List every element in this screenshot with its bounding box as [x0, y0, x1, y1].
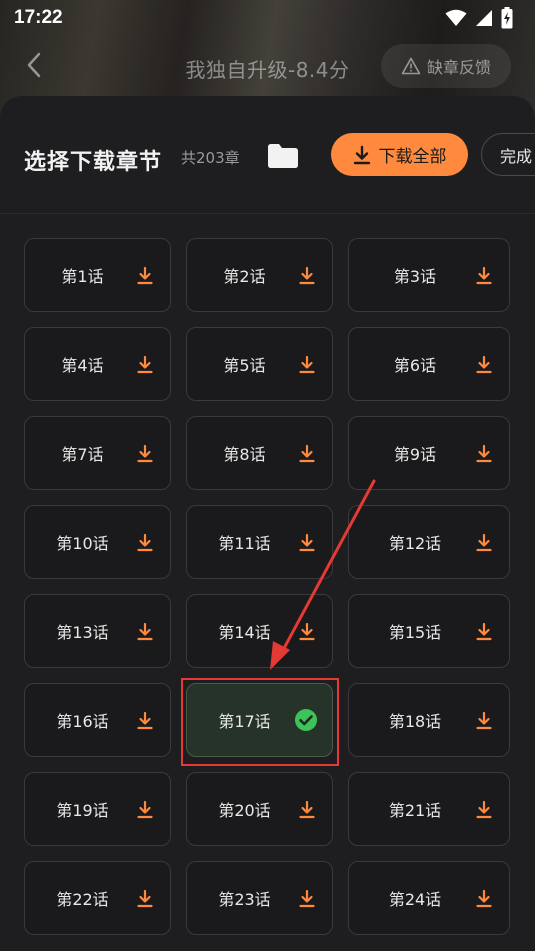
- chapter-item[interactable]: 第21话: [348, 772, 510, 846]
- chapter-label: 第21话: [388, 801, 442, 820]
- chapter-label: 第18话: [388, 712, 442, 731]
- chapter-label: 第8话: [223, 445, 266, 464]
- chapter-item[interactable]: 第12话: [348, 505, 510, 579]
- chapter-item[interactable]: 第16话: [24, 683, 171, 757]
- chapter-item[interactable]: 第17话: [186, 683, 333, 757]
- wifi-icon: [445, 9, 467, 26]
- chapter-item[interactable]: 第9话: [348, 416, 510, 490]
- divider: [0, 213, 535, 214]
- chapter-label: 第6话: [393, 356, 437, 375]
- chapter-item[interactable]: 第7话: [24, 416, 171, 490]
- status-time: 17:22: [14, 7, 63, 28]
- chapter-label: 第1话: [61, 267, 104, 286]
- chapter-item[interactable]: 第22话: [24, 861, 171, 935]
- chapter-item[interactable]: 第3话: [348, 238, 510, 312]
- missing-chapter-feedback-button[interactable]: 缺章反馈: [381, 44, 511, 88]
- chapter-label: 第13话: [56, 623, 109, 642]
- download-icon[interactable]: [475, 355, 493, 379]
- download-icon[interactable]: [298, 355, 316, 379]
- download-icon[interactable]: [136, 800, 154, 824]
- chapter-label: 第10话: [56, 534, 109, 553]
- download-icon[interactable]: [298, 444, 316, 468]
- chapter-item[interactable]: 第20话: [186, 772, 333, 846]
- chapter-count: 共203章: [181, 149, 240, 167]
- status-icons: [445, 7, 513, 29]
- chapter-item[interactable]: 第4话: [24, 327, 171, 401]
- download-icon[interactable]: [298, 533, 316, 557]
- status-bar: 17:22: [0, 0, 535, 36]
- signal-icon: [476, 10, 492, 26]
- chapter-label: 第20话: [218, 801, 271, 820]
- download-icon[interactable]: [136, 889, 154, 913]
- warning-icon: [401, 57, 421, 75]
- chapter-label: 第19话: [56, 801, 109, 820]
- check-circle-icon: [294, 708, 318, 736]
- download-icon[interactable]: [475, 711, 493, 735]
- chapter-label: 第9话: [393, 445, 437, 464]
- chapter-item[interactable]: 第15话: [348, 594, 510, 668]
- download-icon[interactable]: [136, 355, 154, 379]
- chapter-item[interactable]: 第13话: [24, 594, 171, 668]
- chapter-item[interactable]: 第10话: [24, 505, 171, 579]
- chapter-label: 第15话: [388, 623, 442, 642]
- download-icon: [353, 145, 370, 164]
- download-icon[interactable]: [298, 266, 316, 290]
- chapter-label: 第7话: [61, 445, 104, 464]
- chapter-label: 第12话: [388, 534, 442, 553]
- download-icon[interactable]: [136, 622, 154, 646]
- download-icon[interactable]: [136, 533, 154, 557]
- download-icon[interactable]: [475, 444, 493, 468]
- chapter-label: 第2话: [223, 267, 266, 286]
- download-all-label: 下载全部: [378, 147, 447, 167]
- download-icon[interactable]: [298, 889, 316, 913]
- feedback-label: 缺章反馈: [426, 58, 491, 77]
- chapter-label: 第3话: [393, 267, 437, 286]
- download-icon[interactable]: [475, 800, 493, 824]
- download-icon[interactable]: [298, 622, 316, 646]
- sheet-title: 选择下载章节: [24, 150, 163, 175]
- chapter-label: 第5话: [223, 356, 266, 375]
- chapter-item[interactable]: 第8话: [186, 416, 333, 490]
- chapter-item[interactable]: 第14话: [186, 594, 333, 668]
- chapter-label: 第24话: [388, 890, 442, 909]
- chapter-item[interactable]: 第18话: [348, 683, 510, 757]
- download-icon[interactable]: [136, 444, 154, 468]
- chapter-item[interactable]: 第2话: [186, 238, 333, 312]
- download-icon[interactable]: [475, 533, 493, 557]
- chapter-label: 第23话: [218, 890, 271, 909]
- download-icon[interactable]: [475, 889, 493, 913]
- chapter-label: 第17话: [218, 712, 271, 731]
- chapter-item[interactable]: 第24话: [348, 861, 510, 935]
- chapter-label: 第11话: [218, 534, 271, 553]
- chapter-item[interactable]: 第1话: [24, 238, 171, 312]
- download-icon[interactable]: [298, 800, 316, 824]
- chapter-label: 第4话: [61, 356, 104, 375]
- done-button[interactable]: 完成: [481, 133, 535, 176]
- top-bar: 我独自升级-8.4分 缺章反馈: [0, 40, 535, 94]
- sheet-header: 选择下载章节 共203章 下载全部 完成: [0, 96, 535, 214]
- chapter-item[interactable]: 第11话: [186, 505, 333, 579]
- download-icon[interactable]: [136, 711, 154, 735]
- chapter-label: 第14话: [218, 623, 271, 642]
- chapter-item[interactable]: 第23话: [186, 861, 333, 935]
- chapter-item[interactable]: 第6话: [348, 327, 510, 401]
- download-all-button[interactable]: 下载全部: [331, 133, 468, 176]
- download-icon[interactable]: [475, 622, 493, 646]
- done-label: 完成: [500, 146, 533, 166]
- chapter-label: 第16话: [56, 712, 109, 731]
- folder-icon[interactable]: [267, 143, 299, 169]
- chapter-item[interactable]: 第5话: [186, 327, 333, 401]
- chapter-item[interactable]: 第19话: [24, 772, 171, 846]
- download-icon[interactable]: [136, 266, 154, 290]
- download-icon[interactable]: [475, 266, 493, 290]
- chapter-grid: 第1话 第2话 第3话第4话 第5话 第6话第7话 第8话 第9话第10话 第11话 第12话第…: [24, 238, 510, 935]
- battery-icon: [501, 7, 513, 29]
- chapter-label: 第22话: [56, 890, 109, 909]
